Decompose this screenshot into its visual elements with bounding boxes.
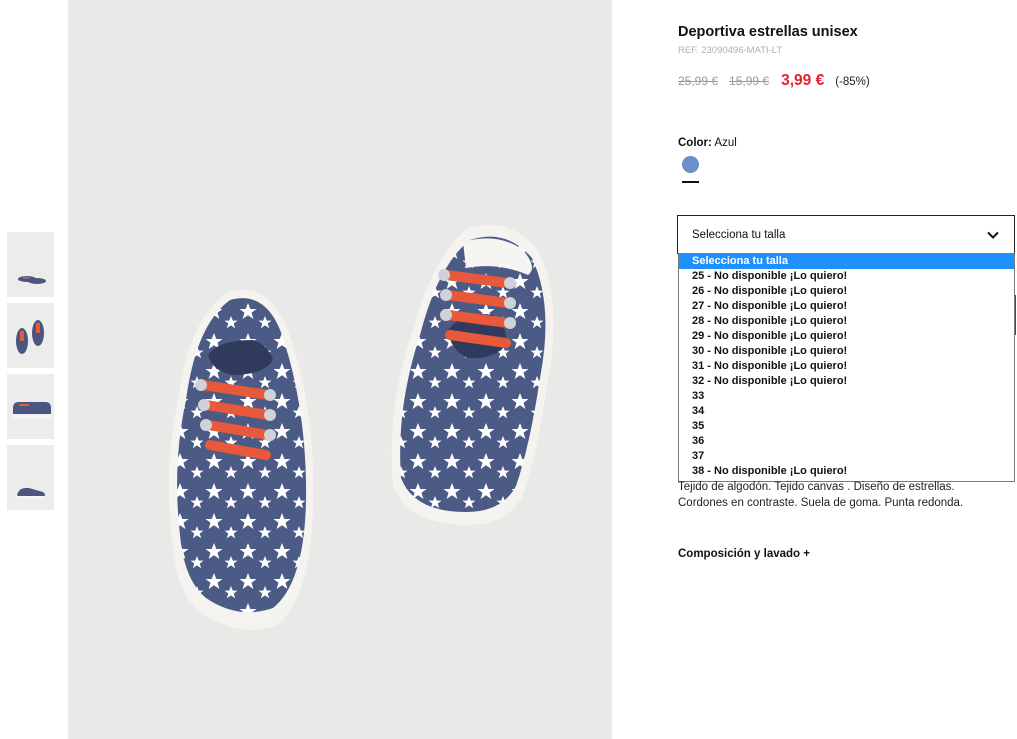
right-shoe [391,224,554,525]
product-description: Tejido de algodón. Tejido canvas . Diseñ… [678,480,998,511]
size-option[interactable]: 38 - No disponible ¡Lo quiero! [679,464,1014,479]
sneakers-illustration [169,224,554,630]
size-select[interactable]: Selecciona tu talla [677,215,1015,254]
thumbnail-1-image [18,276,46,284]
color-label-row: Color: Azul [678,137,737,149]
chevron-down-icon [986,228,1000,247]
product-ref: REF. 23090496-MATI-LT [678,45,783,56]
thumbnail-4[interactable] [7,445,54,510]
thumbnail-3-image [13,402,51,419]
color-value: Azul [714,137,737,149]
size-option[interactable]: 32 - No disponible ¡Lo quiero! [679,374,1014,389]
discount-badge: (-85%) [835,76,870,88]
thumbnail-4-image [17,487,45,499]
price-row: 25,99 € 15,99 € 3,99 € (-85%) [678,72,870,90]
size-option[interactable]: 26 - No disponible ¡Lo quiero! [679,284,1014,299]
left-shoe [169,289,314,630]
selected-swatch-indicator [682,181,699,183]
size-select-label: Selecciona tu talla [692,229,786,241]
size-option[interactable]: 25 - No disponible ¡Lo quiero! [679,269,1014,284]
product-main-image [68,0,612,739]
description-line-1: Tejido de algodón. Tejido canvas . Diseñ… [678,481,955,493]
color-swatch-azul[interactable] [682,156,699,173]
size-option[interactable]: 36 [679,434,1014,449]
size-option[interactable]: 37 [679,449,1014,464]
size-option[interactable]: 30 - No disponible ¡Lo quiero! [679,344,1014,359]
size-option[interactable]: 28 - No disponible ¡Lo quiero! [679,314,1014,329]
size-dropdown-list: Selecciona tu talla 25 - No disponible ¡L… [678,253,1015,482]
thumbnail-2[interactable] [7,303,54,368]
size-option[interactable]: 27 - No disponible ¡Lo quiero! [679,299,1014,314]
thumbnail-list [7,232,54,516]
composition-toggle[interactable]: Composición y lavado + [678,548,810,560]
size-option[interactable]: 29 - No disponible ¡Lo quiero! [679,329,1014,344]
thumbnail-3[interactable] [7,374,54,439]
size-option[interactable]: 31 - No disponible ¡Lo quiero! [679,359,1014,374]
thumbnail-2-image [16,320,44,354]
thumbnail-1[interactable] [7,232,54,297]
size-option[interactable]: 34 [679,404,1014,419]
size-option[interactable]: 33 [679,389,1014,404]
description-line-2: Cordones en contraste. Suela de goma. Pu… [678,496,964,509]
product-title: Deportiva estrellas unisex [678,24,858,40]
size-option[interactable]: 35 [679,419,1014,434]
current-price: 3,99 € [781,72,825,89]
size-option[interactable]: Selecciona tu talla [679,254,1014,269]
previous-price: 15,99 € [729,74,770,88]
original-price: 25,99 € [678,74,719,88]
color-label: Color: [678,137,712,149]
